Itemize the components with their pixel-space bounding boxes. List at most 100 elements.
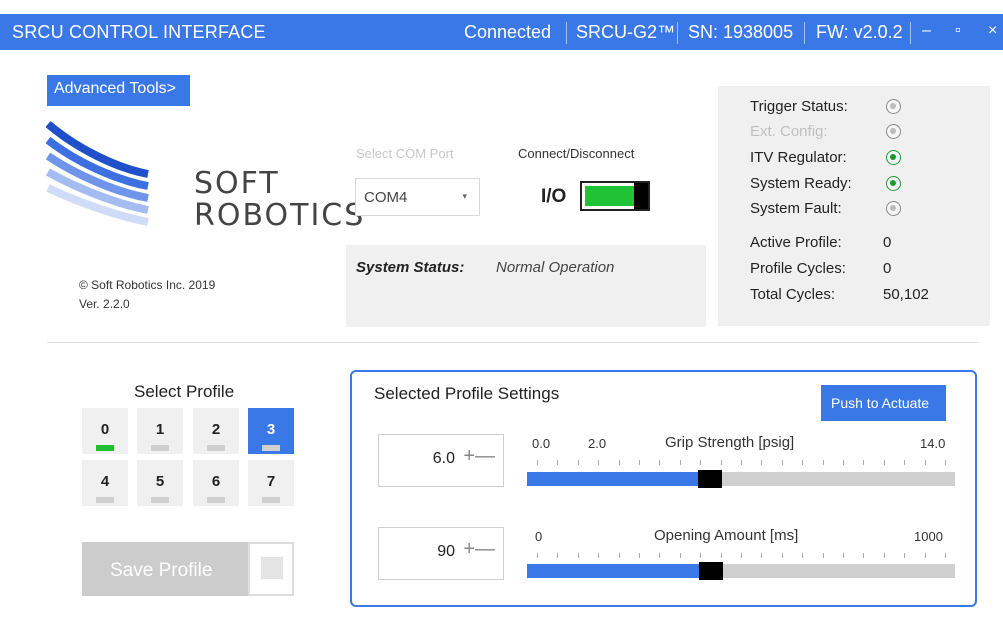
opening-ticks [527,553,955,559]
slider-tick [843,460,844,465]
slider-tick [741,553,742,558]
opening-amount-stepper[interactable]: 90 + — [378,527,504,580]
slider-tick [924,553,926,558]
firmware-version: FW: v2.0.2 [816,22,903,42]
minimize-icon[interactable]: – [922,22,931,40]
opening-amount-value: 90 [437,543,455,560]
slider-tick [863,460,865,465]
slider-tick [945,460,946,465]
profile-settings-panel: Selected Profile Settings Push to Actuat… [350,370,977,607]
system-ready-label: System Ready: [750,175,852,192]
opening-decrement-button[interactable]: — [475,538,495,561]
opening-increment-button[interactable]: + [463,538,475,561]
grip-increment-button[interactable]: + [463,445,475,468]
slider-tick [598,460,600,465]
ext-config-label: Ext. Config: [750,123,828,140]
grip-decrement-button[interactable]: — [475,445,495,468]
profile-button-7[interactable]: 7 [248,460,294,506]
push-to-actuate-button[interactable]: Push to Actuate [821,385,946,421]
profile-button-2[interactable]: 2 [193,408,239,454]
title-bar: SRCU CONTROL INTERFACE Connected SRCU-G2… [0,14,1003,50]
slider-tick [679,553,681,558]
profile-number: 1 [155,421,165,438]
grip-strength-value: 6.0 [432,450,455,467]
profile-button-3[interactable]: 3 [248,408,294,454]
system-status-box: System Status: Normal Operation [346,245,706,327]
itv-regulator-label: ITV Regulator: [750,149,847,166]
slider-tick [904,553,906,558]
slider-tick [883,460,885,465]
slider-tick [557,460,559,465]
logo-text-soft: SOFT [194,166,280,201]
slider-tick [577,460,579,465]
soft-robotics-logo: SOFT ROBOTICS [45,118,363,233]
grip-strength-slider[interactable] [527,470,955,488]
slider-tick [659,460,661,465]
profile-button-1[interactable]: 1 [137,408,183,454]
title-separator [910,22,911,44]
profile-indicator [262,497,280,503]
grip-strength-stepper[interactable]: 6.0 + — [378,434,504,487]
profile-number: 5 [155,473,165,490]
slider-fill [527,564,712,578]
slider-tick [761,460,763,465]
profile-button-0[interactable]: 0 [82,408,128,454]
profile-indicator [96,497,114,503]
profile-active-indicator [96,445,114,451]
slider-tick [720,553,722,558]
slider-tick [537,553,538,558]
maximize-icon[interactable]: ▫ [955,22,961,40]
profile-indicator [151,497,169,503]
save-profile-toggle[interactable] [248,542,294,596]
slider-tick [924,460,926,465]
advanced-tools-button[interactable]: Advanced Tools> [47,75,190,106]
slider-tick [883,553,885,558]
profile-settings-title: Selected Profile Settings [374,384,560,403]
version-text: Ver. 2.2.0 [79,297,130,311]
slider-tick [741,460,742,465]
com-port-label: Select COM Port [356,146,454,161]
opening-amount-slider[interactable] [527,562,955,580]
logo-text-robotics: ROBOTICS [194,198,366,233]
opening-tick-label-max: 1000 [914,529,943,544]
profile-indicator [262,445,280,451]
slider-tick [904,460,906,465]
active-profile-value: 0 [883,234,892,251]
system-fault-indicator [886,201,901,216]
com-port-select[interactable]: COM4 ▾ [355,178,480,216]
title-separator [677,22,678,44]
slider-tick [659,553,661,558]
toggle-fill [585,186,635,206]
slider-fill [527,472,711,486]
profile-cycles-label: Profile Cycles: [750,260,846,277]
profile-indicator [207,497,225,503]
device-model: SRCU-G2™ [576,22,676,42]
profile-button-4[interactable]: 4 [82,460,128,506]
connect-disconnect-label: Connect/Disconnect [518,146,635,161]
opening-amount-title: Opening Amount [ms] [654,527,799,544]
close-icon[interactable]: × [988,22,997,40]
opening-tick-label-min: 0 [535,529,543,544]
connect-toggle[interactable] [580,181,650,211]
slider-tick [761,553,763,558]
slider-tick [577,553,579,558]
profile-number: 4 [100,473,110,490]
system-fault-label: System Fault: [750,200,842,217]
slider-tick [618,460,620,465]
profile-button-6[interactable]: 6 [193,460,239,506]
toggle-knob[interactable] [634,183,648,209]
system-ready-indicator [886,176,901,191]
slider-tick [843,553,844,558]
slider-tick [598,553,600,558]
slider-thumb[interactable] [698,470,723,488]
save-profile-button[interactable]: Save Profile [82,542,294,596]
slider-thumb[interactable] [699,562,724,580]
grip-tick-label-max: 14.0 [920,436,946,451]
slider-tick [863,553,865,558]
profile-cycles-value: 0 [883,260,892,277]
slider-tick [802,553,804,558]
slider-tick [781,460,783,465]
profile-button-5[interactable]: 5 [137,460,183,506]
slider-tick [618,553,620,558]
profile-number: 0 [100,421,110,438]
